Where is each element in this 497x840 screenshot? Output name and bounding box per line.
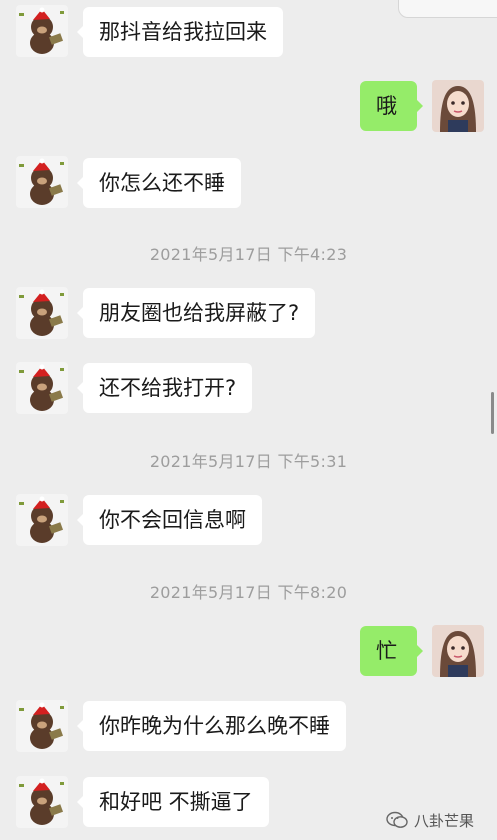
watermark: 八卦芒果 xyxy=(386,808,474,832)
message-bubble-incoming[interactable]: 你昨晚为什么那么晚不睡 xyxy=(77,701,346,751)
bear-avatar[interactable] xyxy=(16,776,68,828)
message-bubble-incoming[interactable]: 那抖音给我拉回来 xyxy=(77,7,283,57)
top-card-fragment xyxy=(398,0,497,18)
girl-avatar[interactable] xyxy=(432,80,484,132)
scrollbar[interactable] xyxy=(491,392,494,434)
bear-avatar[interactable] xyxy=(16,494,68,546)
bear-avatar[interactable] xyxy=(16,362,68,414)
bear-avatar[interactable] xyxy=(16,700,68,752)
wechat-icon xyxy=(386,811,408,828)
message-bubble-incoming[interactable]: 你不会回信息啊 xyxy=(77,495,262,545)
bear-avatar[interactable] xyxy=(16,287,68,339)
timestamp: 2021年5月17日 下午5:31 xyxy=(149,452,348,471)
timestamp: 2021年5月17日 下午4:23 xyxy=(149,245,348,264)
message-bubble-incoming[interactable]: 还不给我打开? xyxy=(76,363,253,413)
girl-avatar[interactable] xyxy=(432,625,484,677)
timestamp: 2021年5月17日 下午8:20 xyxy=(149,583,348,602)
watermark-text: 八卦芒果 xyxy=(414,811,475,830)
message-bubble-outgoing[interactable]: 忙 xyxy=(360,626,423,676)
bear-avatar[interactable] xyxy=(16,156,68,208)
message-bubble-incoming[interactable]: 朋友圈也给我屏蔽了? xyxy=(76,288,316,338)
message-bubble-incoming[interactable]: 你怎么还不睡 xyxy=(77,158,241,208)
message-bubble-incoming[interactable]: 和好吧 不撕逼了 xyxy=(77,777,269,827)
bear-avatar[interactable] xyxy=(16,5,68,57)
message-bubble-outgoing[interactable]: 哦 xyxy=(360,81,423,131)
